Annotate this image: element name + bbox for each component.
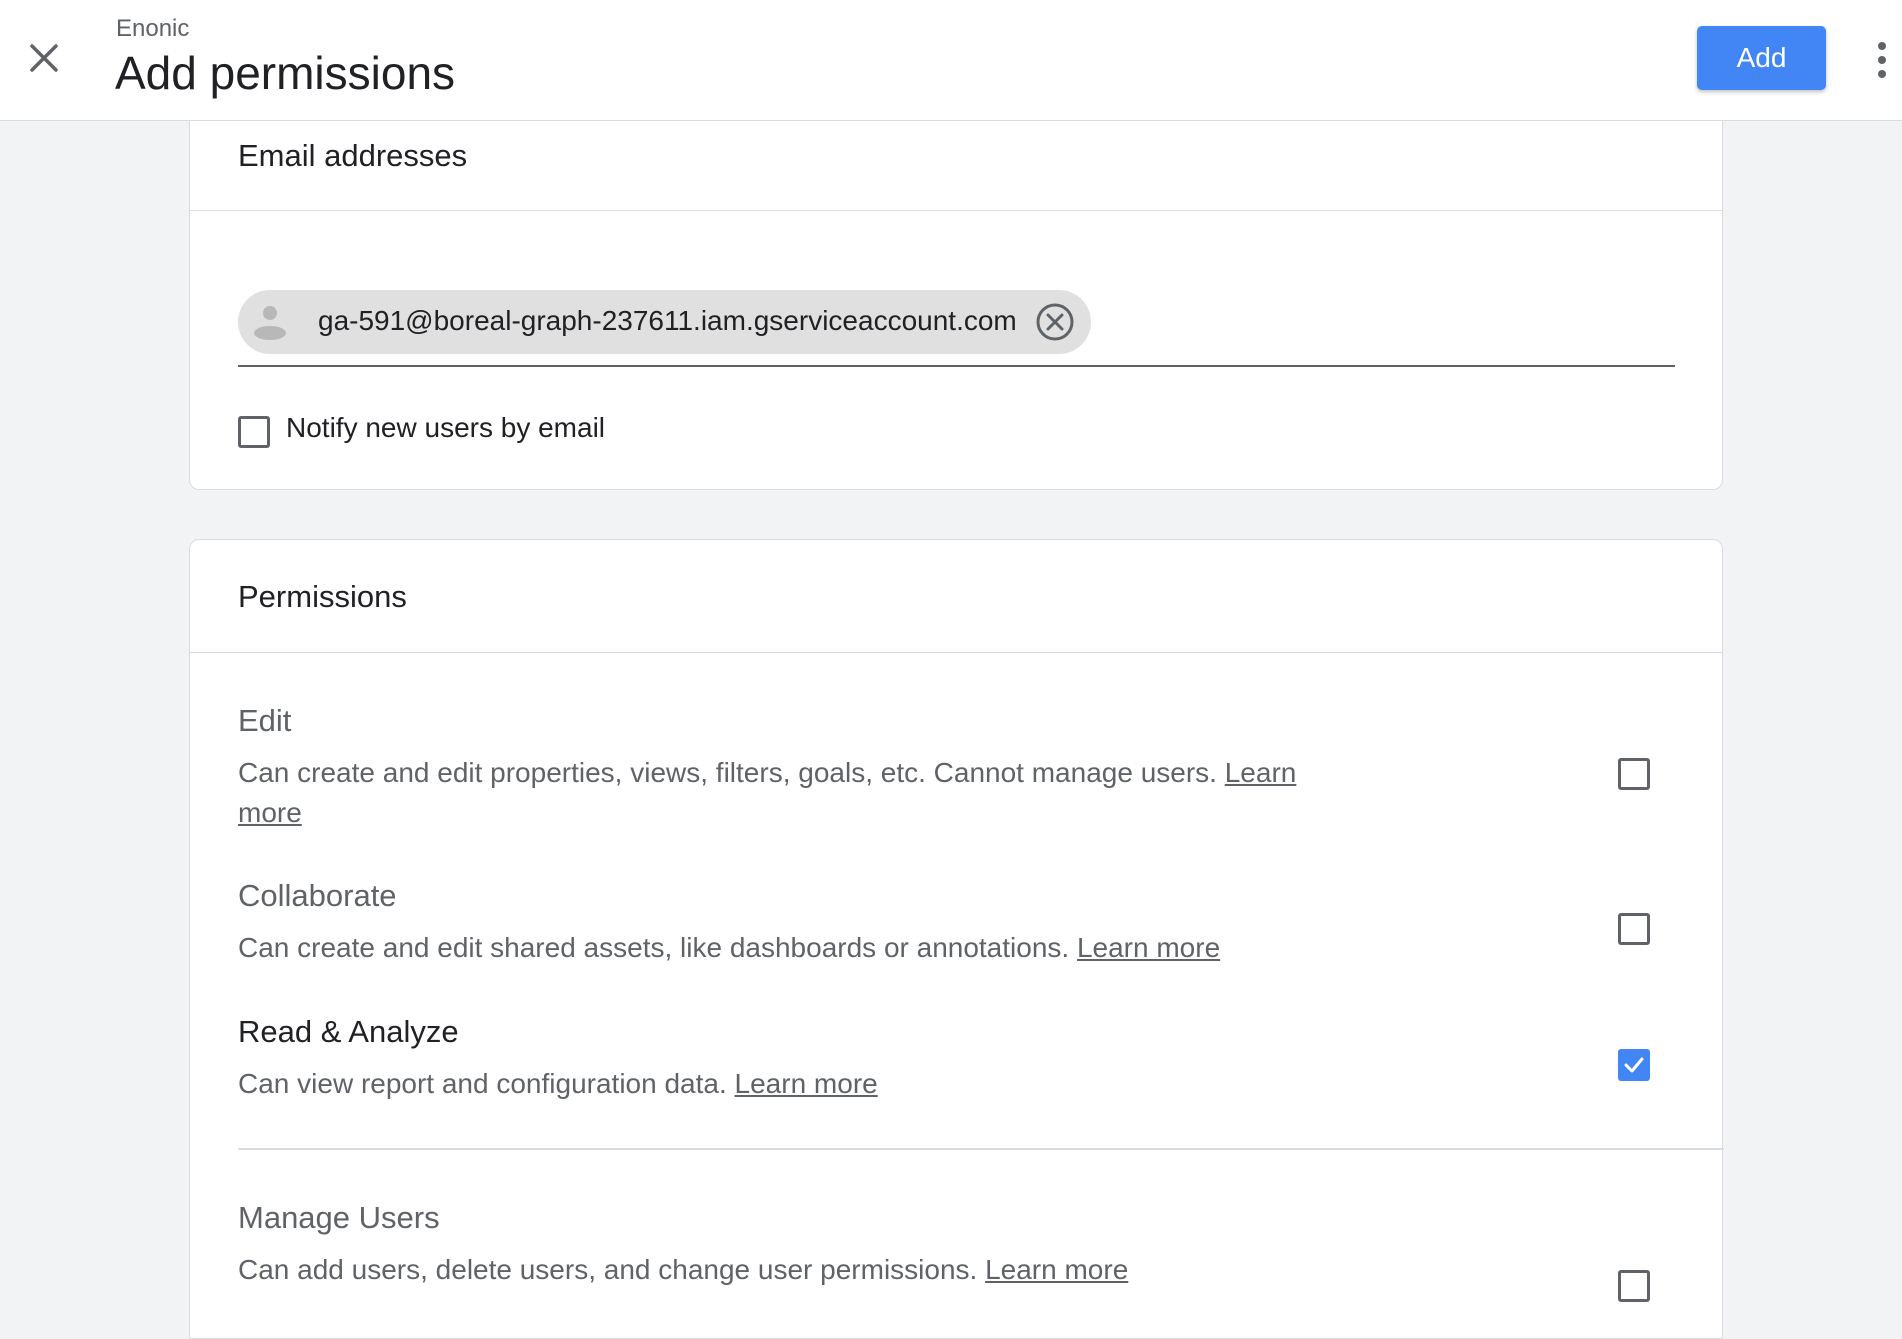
permission-description: Can create and edit shared assets, like … <box>238 932 1221 963</box>
permission-title: Manage Users <box>238 1200 440 1235</box>
email-card-title: Email addresses <box>238 138 468 173</box>
permission-description: Can add users, delete users, and change … <box>238 1254 1129 1285</box>
permission-title: Collaborate <box>238 878 397 913</box>
permission-title: Edit <box>238 703 292 738</box>
permissions-card-title: Permissions <box>238 579 407 614</box>
permissions-divider <box>238 1148 1724 1150</box>
permission-read-analyze: Read & Analyze Can view report and confi… <box>238 1014 1675 1104</box>
close-icon <box>30 44 58 72</box>
read-analyze-checkbox[interactable] <box>1618 1049 1650 1081</box>
account-name: Enonic <box>116 15 190 42</box>
permission-edit: Edit Can create and edit properties, vie… <box>238 703 1675 833</box>
learn-more-link[interactable]: Learn more <box>985 1254 1128 1285</box>
notify-label: Notify new users by email <box>286 412 606 443</box>
check-icon <box>1624 1057 1644 1073</box>
learn-more-link[interactable]: Learn more <box>735 1068 878 1099</box>
more-vert-icon <box>1878 42 1886 50</box>
collaborate-checkbox[interactable] <box>1618 913 1650 945</box>
person-avatar-icon <box>254 306 286 340</box>
permission-collaborate: Collaborate Can create and edit shared a… <box>238 878 1675 968</box>
permissions-card: Permissions Edit Can create and edit pro… <box>189 539 1724 1339</box>
chip-email-text: ga-591@boreal-graph-237611.iam.gservicea… <box>318 305 1017 336</box>
email-addresses-card: Email addresses ga-591@boreal-graph-2376… <box>189 110 1723 490</box>
add-button[interactable]: Add <box>1697 26 1826 90</box>
email-card-header: Email addresses <box>190 110 1722 211</box>
top-app-bar: Enonic Add permissions Add <box>0 0 1902 121</box>
email-chip: ga-591@boreal-graph-237611.iam.gservicea… <box>238 290 1091 354</box>
learn-more-link[interactable]: Learn more <box>1077 932 1220 963</box>
notify-checkbox[interactable] <box>238 416 270 448</box>
edit-checkbox[interactable] <box>1618 758 1650 790</box>
more-options-button[interactable] <box>1862 36 1902 84</box>
manage-users-checkbox[interactable] <box>1618 1270 1650 1302</box>
page-title: Add permissions <box>115 47 456 99</box>
remove-chip-icon[interactable] <box>1035 302 1075 342</box>
permission-description: Can create and edit properties, views, f… <box>238 757 1297 828</box>
email-input-field[interactable]: ga-591@boreal-graph-237611.iam.gservicea… <box>238 280 1675 367</box>
permission-description: Can view report and configuration data. … <box>238 1068 878 1099</box>
close-button[interactable] <box>20 34 68 82</box>
permissions-card-header: Permissions <box>190 540 1722 653</box>
permission-title: Read & Analyze <box>238 1014 459 1049</box>
permission-manage-users: Manage Users Can add users, delete users… <box>238 1200 1675 1302</box>
